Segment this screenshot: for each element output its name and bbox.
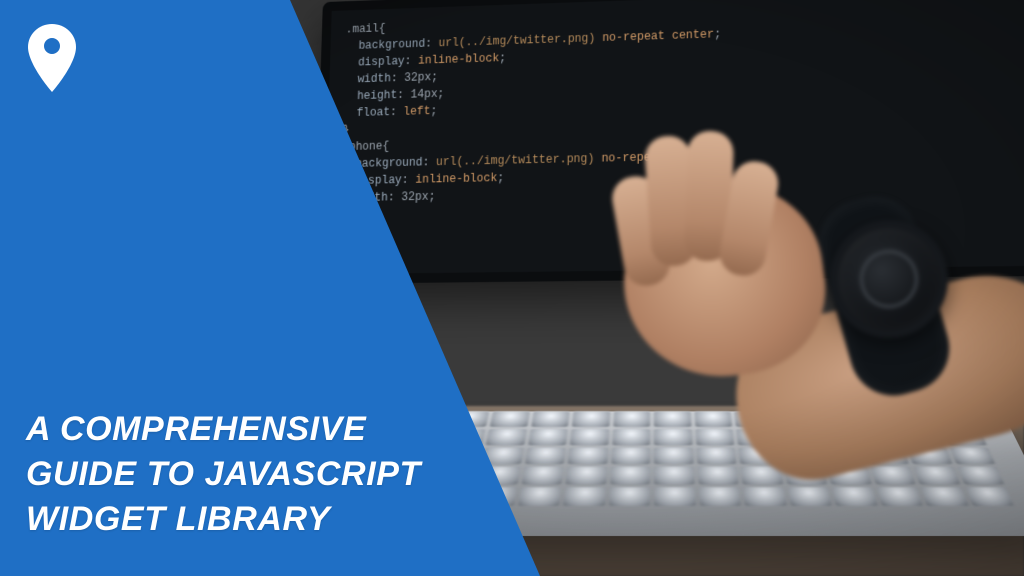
map-pin-icon [24,22,80,94]
hero-banner: .mail{ background: url(../img/twitter.pn… [0,0,1024,576]
hand-typing [574,156,994,516]
banner-title: A COMPREHENSIVE GUIDE TO JAVASCRIPT WIDG… [26,407,466,542]
